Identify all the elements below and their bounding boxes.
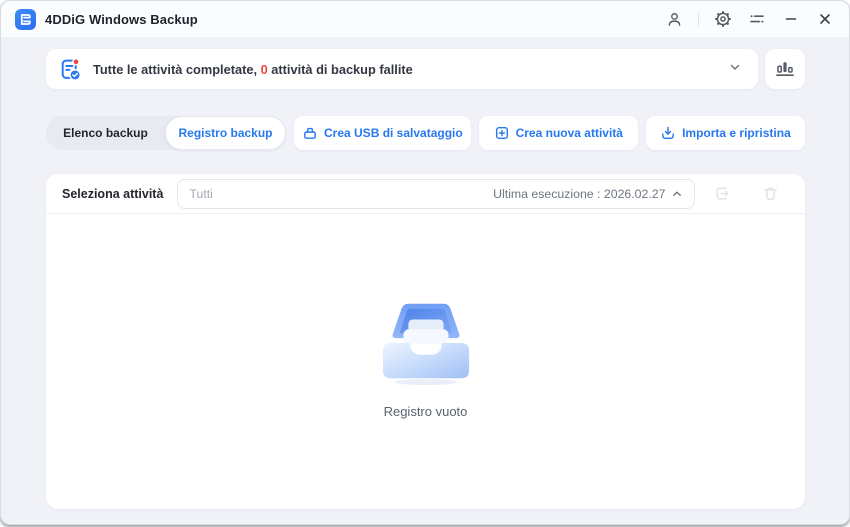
chevron-up-icon: [671, 188, 683, 200]
tab-elenco-backup[interactable]: Elenco backup: [46, 116, 165, 150]
bar-chart-icon: [774, 58, 796, 80]
create-rescue-usb-label: Crea USB di salvataggio: [324, 126, 463, 140]
tab-action-row: Elenco backup Registro backup Crea USB d…: [46, 116, 805, 150]
status-text: Tutte le attività completate, 0 attività…: [93, 62, 413, 77]
menu-lines-icon[interactable]: [747, 9, 767, 29]
close-button[interactable]: [815, 9, 835, 29]
statistics-button[interactable]: [765, 49, 805, 89]
tab-registro-backup[interactable]: Registro backup: [165, 116, 286, 150]
backup-tabs-segment: Elenco backup Registro backup: [46, 116, 286, 150]
empty-tray-illustration: [379, 294, 473, 388]
export-log-icon[interactable]: [713, 185, 731, 203]
create-new-task-button[interactable]: Crea nuova attività: [478, 116, 638, 150]
task-select-dropdown[interactable]: Tutti Ultima esecuzione : 2026.02.27: [177, 178, 696, 209]
import-icon: [660, 125, 676, 141]
account-icon[interactable]: [664, 9, 684, 29]
usb-drive-icon: [302, 125, 318, 141]
log-panel: Seleziona attività Tutti Ultima esecuzio…: [46, 174, 805, 509]
empty-state-message: Registro vuoto: [383, 404, 468, 419]
create-rescue-usb-button[interactable]: Crea USB di salvataggio: [294, 116, 471, 150]
status-banner[interactable]: Tutte le attività completate, 0 attività…: [46, 49, 758, 89]
app-window: 4DDiG Windows Backup Tutte le attività c…: [0, 0, 850, 525]
delete-log-icon[interactable]: [761, 185, 779, 203]
import-restore-button[interactable]: Importa e ripristina: [645, 116, 805, 150]
task-select-value: Tutti: [189, 186, 213, 201]
window-title: 4DDiG Windows Backup: [45, 11, 198, 27]
empty-state: Registro vuoto: [46, 214, 805, 509]
titlebar-divider: [698, 12, 699, 26]
task-filter-row: Seleziona attività Tutti Ultima esecuzio…: [46, 174, 805, 214]
last-run-text: Ultima esecuzione : 2026.02.27: [493, 186, 666, 201]
status-text-prefix: Tutte le attività completate,: [93, 61, 258, 77]
select-task-label: Seleziona attività: [62, 186, 164, 201]
plus-square-icon: [494, 125, 510, 141]
task-report-icon: [58, 57, 83, 82]
failed-count: 0: [260, 61, 268, 77]
minimize-button[interactable]: [781, 9, 801, 29]
title-bar: 4DDiG Windows Backup: [1, 1, 849, 37]
status-text-suffix: attività di backup fallite: [271, 61, 413, 77]
app-logo-icon: [15, 8, 36, 30]
import-restore-label: Importa e ripristina: [682, 126, 791, 140]
last-run-meta: Ultima esecuzione : 2026.02.27: [493, 187, 683, 201]
settings-gear-icon[interactable]: [713, 9, 733, 29]
chevron-down-icon[interactable]: [728, 60, 742, 79]
create-new-task-label: Crea nuova attività: [515, 126, 623, 140]
